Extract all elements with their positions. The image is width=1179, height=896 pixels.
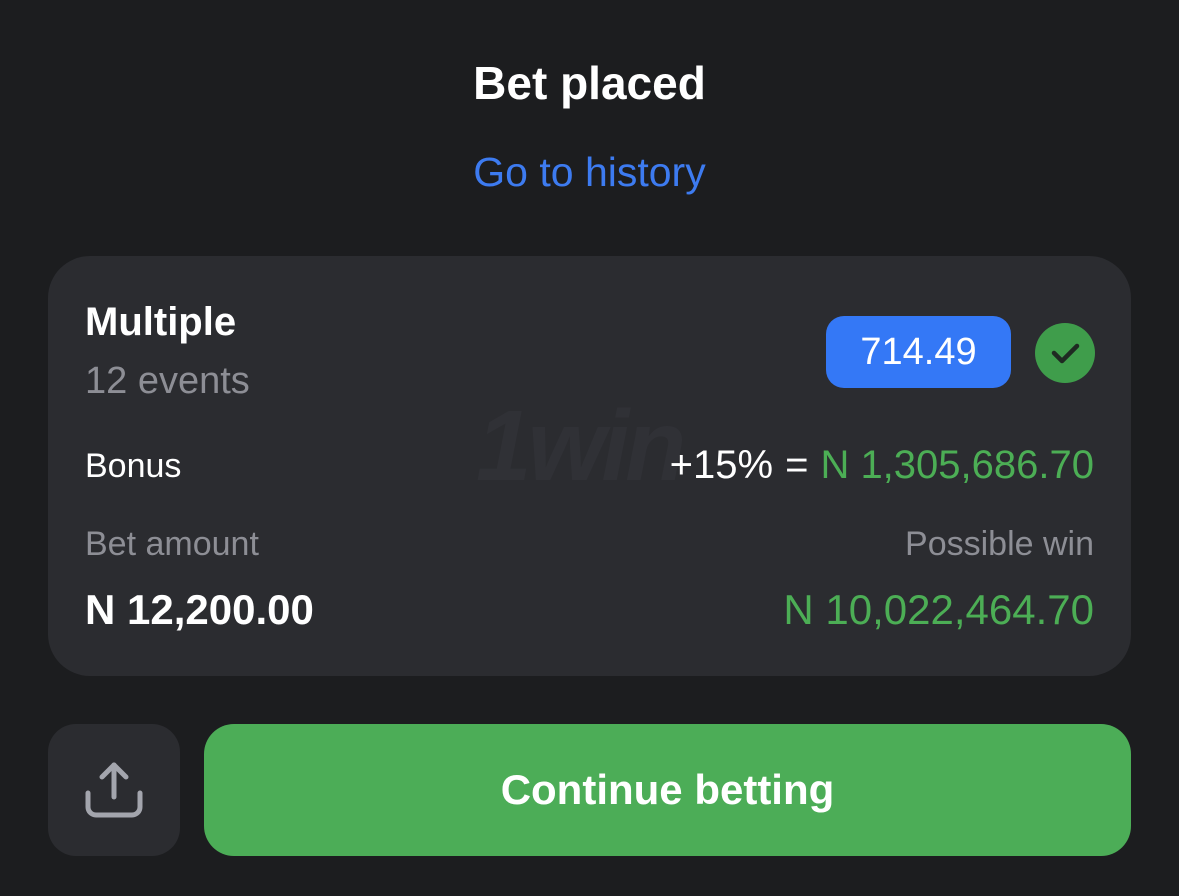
brand-watermark: 1win — [476, 390, 686, 502]
page-title: Bet placed — [473, 57, 706, 109]
bet-type-label: Multiple — [85, 300, 237, 344]
bonus-row: +15% = N 1,305,686.70 — [670, 440, 1094, 490]
bonus-percent: +15% — [669, 443, 774, 487]
share-icon — [85, 762, 143, 818]
bet-amount-label: Bet amount — [85, 525, 259, 563]
bet-amount-value: N 12,200.00 — [85, 586, 314, 633]
events-count: 12 events — [85, 360, 250, 402]
bonus-label: Bonus — [85, 447, 182, 485]
share-button[interactable] — [48, 724, 180, 856]
continue-betting-button[interactable]: Continue betting — [204, 724, 1131, 856]
bonus-equals-sign: = — [785, 443, 809, 487]
go-to-history-link[interactable]: Go to history — [0, 146, 1179, 198]
bet-summary-card: 1win Multiple 12 events 714.49 Bonus +15… — [48, 256, 1131, 676]
bonus-value: N 1,305,686.70 — [820, 443, 1094, 487]
possible-win-value: N 10,022,464.70 — [783, 586, 1094, 633]
possible-win-label: Possible win — [905, 525, 1094, 563]
odds-badge: 714.49 — [826, 316, 1011, 388]
check-icon — [1035, 323, 1095, 383]
